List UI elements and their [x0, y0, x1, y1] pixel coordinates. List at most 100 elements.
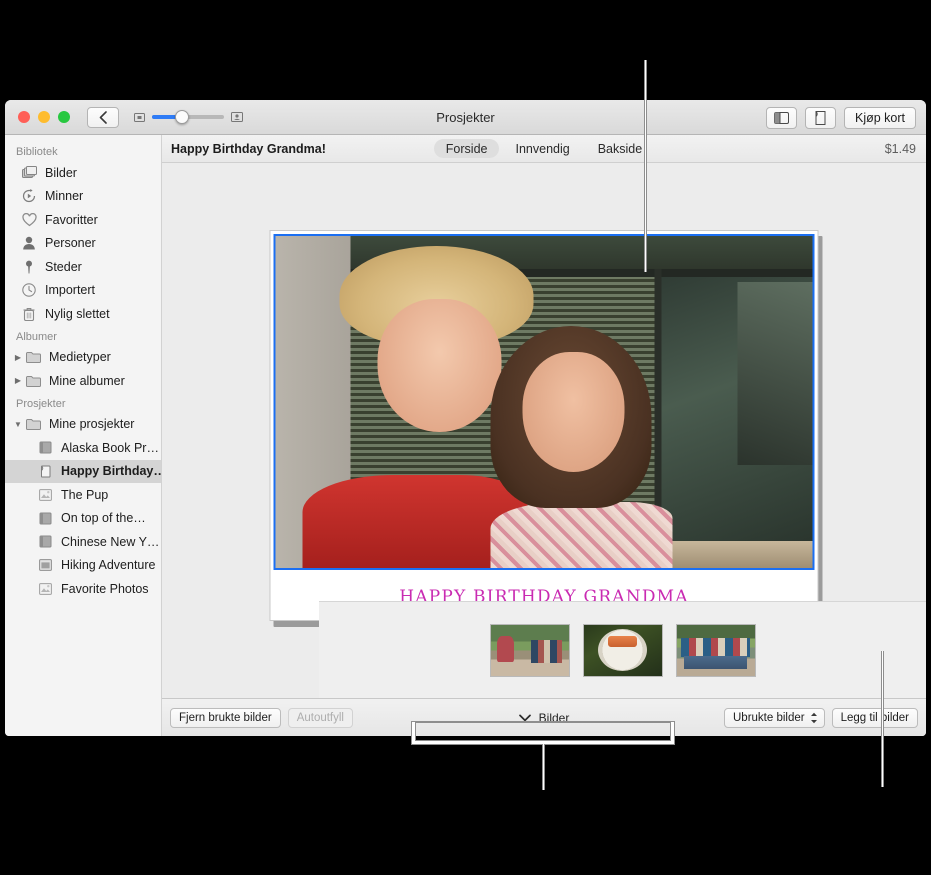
slideshow-icon	[35, 582, 55, 595]
sidebar-item-personer[interactable]: Personer	[5, 232, 161, 256]
close-window-button[interactable]	[18, 111, 30, 123]
chevron-up-down-icon	[810, 712, 818, 724]
sidebar-item-minner[interactable]: Minner	[5, 185, 161, 209]
photo-filter-label: Ubrukte bilder	[733, 711, 805, 724]
book-icon	[35, 535, 55, 548]
card-side-tabs: Forside Innvendig Bakside	[162, 139, 926, 158]
sidebar-item-label: Favoritter	[45, 212, 98, 227]
sidebar-item-label: Nylig slettet	[45, 306, 110, 321]
zoom-window-button[interactable]	[58, 111, 70, 123]
split-view-button[interactable]	[765, 106, 797, 129]
sidebar-item-label: Minner	[45, 189, 84, 204]
folder-icon	[23, 351, 43, 364]
split-view-icon	[773, 111, 789, 124]
card-preview-icon	[815, 110, 826, 125]
content-area: Happy Birthday Grandma! Forside Innvendi…	[162, 135, 926, 736]
slideshow-icon	[35, 488, 55, 501]
sidebar-item-label: The Pup	[61, 487, 109, 502]
sidebar-item-bilder[interactable]: Bilder	[5, 161, 161, 185]
photo-callout-line	[644, 60, 647, 272]
sidebar-item-chinese-new-year[interactable]: Chinese New Y…	[5, 530, 161, 554]
sidebar-item-label: Bilder	[45, 165, 77, 180]
photo-thumbnail[interactable]	[675, 623, 756, 677]
add-photos-button[interactable]: Legg til bilder	[831, 707, 918, 728]
photos-icon	[19, 166, 39, 179]
trash-icon	[19, 307, 39, 321]
sidebar-header-bibliotek: Bibliotek	[16, 146, 58, 158]
sidebar-item-steder[interactable]: Steder	[5, 255, 161, 279]
bottom-right-group: Ubrukte bilder Legg til bilder	[724, 707, 918, 728]
card-canvas: HAPPY BIRTHDAY GRANDMA Valg	[162, 164, 926, 671]
folder-icon	[23, 418, 43, 431]
disclosure-triangle-collapsed-icon[interactable]: ▶	[13, 376, 23, 385]
sidebar-item-mine-prosjekter[interactable]: ▼ Mine prosjekter	[5, 413, 161, 437]
minimize-window-button[interactable]	[38, 111, 50, 123]
sidebar-item-label: Mine prosjekter	[49, 417, 135, 432]
thumbnail-size-slider[interactable]	[134, 110, 243, 124]
sidebar-header-prosjekter: Prosjekter	[16, 397, 66, 410]
slider-track[interactable]	[152, 110, 224, 124]
sidebar-item-label: Importert	[45, 283, 96, 298]
sidebar-item-label: Alaska Book Pr…	[61, 440, 159, 455]
calendar-icon	[35, 559, 55, 572]
sidebar-item-label: On top of the…	[61, 511, 146, 526]
card-preview-button[interactable]	[804, 106, 836, 129]
toolbar-right-group: Kjøp kort	[765, 100, 916, 135]
autofill-button[interactable]: Autoutfyll	[287, 707, 353, 728]
person-icon	[19, 236, 39, 250]
slider-knob[interactable]	[175, 110, 189, 124]
price-label: $1.49	[884, 141, 916, 156]
sidebar-item-mine-albumer[interactable]: ▶ Mine albumer	[5, 369, 161, 393]
chevron-down-icon	[518, 714, 531, 721]
back-button[interactable]	[87, 106, 119, 128]
sidebar-item-medietyper[interactable]: ▶ Medietyper	[5, 346, 161, 370]
sidebar-item-on-top-of-the[interactable]: On top of the…	[5, 507, 161, 531]
photo-thumbnail[interactable]	[582, 623, 663, 677]
sidebar-item-label: Mine albumer	[49, 373, 125, 388]
book-icon	[35, 512, 55, 525]
sidebar-item-alaska-book[interactable]: Alaska Book Pr…	[5, 436, 161, 460]
project-subbar: Happy Birthday Grandma! Forside Innvendi…	[162, 135, 926, 163]
sidebar-header-albumer: Albumer	[16, 330, 57, 343]
sidebar-item-the-pup[interactable]: The Pup	[5, 483, 161, 507]
photos-app-window: Prosjekter Kjøp kort Bibliotek Bilder Mi…	[5, 100, 926, 736]
sidebar-item-label: Hiking Adventure	[61, 558, 156, 573]
thumbnails-callout-bracket	[412, 722, 674, 744]
clock-icon	[19, 283, 39, 297]
large-thumbnail-icon	[231, 111, 243, 123]
folder-icon	[23, 375, 43, 387]
sidebar-item-label: Personer	[45, 236, 96, 251]
card-photo-slot[interactable]	[273, 234, 815, 570]
buy-card-button[interactable]: Kjøp kort	[843, 106, 916, 129]
thumbnails-callout-stem	[542, 744, 545, 790]
remove-used-photos-button[interactable]: Fjern brukte bilder	[170, 707, 281, 728]
greeting-card-preview[interactable]: HAPPY BIRTHDAY GRANDMA	[269, 230, 819, 621]
disclosure-triangle-collapsed-icon[interactable]: ▶	[13, 353, 23, 362]
sidebar-item-importert[interactable]: Importert	[5, 279, 161, 303]
sidebar-item-favoritter[interactable]: Favoritter	[5, 208, 161, 232]
book-icon	[35, 441, 55, 454]
sidebar[interactable]: Bibliotek Bilder Minner Favoritter Perso…	[5, 135, 162, 736]
sidebar-item-label: Chinese New Y…	[61, 534, 160, 549]
sidebar-item-label: Steder	[45, 259, 82, 274]
sidebar-item-happy-birthday[interactable]: Happy Birthday…	[5, 459, 162, 483]
sidebar-item-nylig-slettet[interactable]: Nylig slettet	[5, 302, 161, 326]
sidebar-item-label: Favorite Photos	[61, 581, 149, 596]
photo-thumbnail[interactable]	[489, 623, 570, 677]
tab-innvendig[interactable]: Innvendig	[503, 139, 581, 158]
sidebar-item-hiking-adventure[interactable]: Hiking Adventure	[5, 554, 161, 578]
sidebar-item-label: Happy Birthday…	[61, 464, 162, 479]
pin-icon	[19, 260, 39, 274]
sidebar-item-label: Medietyper	[49, 350, 111, 365]
disclosure-triangle-expanded-icon[interactable]: ▼	[13, 420, 23, 429]
traffic-lights	[5, 111, 70, 123]
tab-forside[interactable]: Forside	[433, 139, 500, 158]
sidebar-item-favorite-photos[interactable]: Favorite Photos	[5, 577, 161, 601]
small-thumbnail-icon	[134, 112, 145, 123]
chevron-left-icon	[99, 110, 107, 124]
photo-filter-popup[interactable]: Ubrukte bilder	[724, 707, 825, 728]
card-icon	[35, 465, 55, 478]
grandmother-and-granddaughter-photo	[275, 236, 813, 568]
unused-photos-strip[interactable]	[319, 601, 926, 698]
add-photos-callout-line	[881, 651, 884, 787]
